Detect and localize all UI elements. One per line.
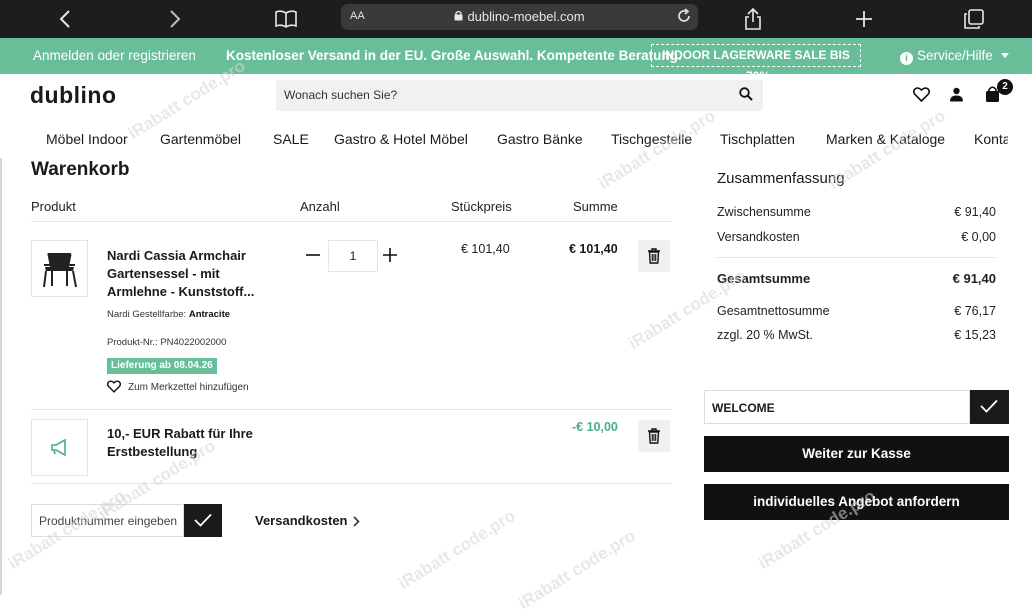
page-edge [0, 158, 2, 595]
quantity-input[interactable]: 1 [328, 240, 378, 272]
service-menu[interactable]: i Service/Hilfe [900, 48, 1009, 65]
decrease-qty-button[interactable] [305, 247, 321, 268]
lock-icon [454, 9, 463, 24]
search-placeholder: Wonach suchen Sie? [284, 88, 398, 102]
attribute-value: Antracite [188, 309, 231, 320]
total-row: Gesamtsumme € 91,40 [717, 271, 996, 286]
checkmark-icon [980, 399, 998, 413]
watermark: iRabatt code.pro [394, 505, 519, 594]
divider [31, 483, 671, 484]
nav-item-gastro-hotel[interactable]: Gastro & Hotel Möbel [334, 131, 468, 147]
total-value: € 91,40 [952, 271, 996, 286]
shipping-label: Versandkosten [717, 230, 800, 244]
cart-count-badge: 2 [997, 79, 1013, 95]
chevron-down-icon [1000, 53, 1009, 58]
divider [31, 409, 671, 410]
share-icon[interactable] [740, 6, 766, 32]
nav-item-sale[interactable]: SALE [273, 131, 309, 147]
search-input[interactable]: Wonach suchen Sie? [276, 80, 763, 111]
search-icon[interactable] [739, 87, 753, 106]
vat-label: zzgl. 20 % MwSt. [717, 328, 813, 342]
increase-qty-button[interactable] [382, 247, 398, 268]
add-to-wishlist-link[interactable]: Zum Merkzettel hinzufügen [106, 380, 249, 396]
logo[interactable]: dublino [30, 82, 117, 109]
column-header-sum: Summe [573, 199, 618, 214]
delivery-badge: Lieferung ab 08.04.26 [107, 358, 217, 374]
watermark: iRabatt code.pro [514, 525, 639, 614]
unit-price: € 101,40 [461, 242, 510, 256]
chair-image [43, 253, 77, 288]
heart-icon [106, 380, 122, 393]
product-thumbnail[interactable] [31, 240, 88, 297]
discount-amount: -€ 10,00 [572, 420, 618, 434]
nav-item-gastro-baenke[interactable]: Gastro Bänke [497, 131, 583, 147]
nav-item-tischplatten[interactable]: Tischplatten [720, 131, 795, 147]
remove-item-button[interactable] [638, 240, 670, 272]
subtotal-row: Zwischensumme € 91,40 [717, 205, 996, 219]
column-header-product: Produkt [31, 199, 76, 214]
line-total: € 101,40 [569, 242, 618, 256]
product-number-submit-button[interactable] [184, 504, 222, 537]
shipping-row: Versandkosten € 0,00 [717, 230, 996, 244]
checkout-button[interactable]: Weiter zur Kasse [704, 436, 1009, 472]
subtotal-label: Zwischensumme [717, 205, 811, 219]
net-total-value: € 76,17 [954, 304, 996, 318]
login-link[interactable]: Anmelden oder registrieren [33, 48, 196, 63]
wishlist-label: Zum Merkzettel hinzufügen [128, 382, 249, 393]
net-total-row: Gesamtnettosumme € 76,17 [717, 304, 996, 318]
promo-bar: Anmelden oder registrieren Kostenloser V… [0, 38, 1032, 83]
service-label: Service/Hilfe [917, 48, 993, 63]
forward-icon[interactable] [162, 6, 188, 32]
tabs-overview-icon[interactable] [961, 6, 987, 32]
browser-toolbar: AA dublino-moebel.com [0, 0, 1032, 38]
back-icon[interactable] [52, 6, 78, 32]
chevron-right-icon [352, 516, 360, 527]
bookmarks-icon[interactable] [273, 6, 299, 32]
nav-item-gartenmoebel[interactable]: Gartenmöbel [160, 131, 241, 147]
divider [31, 221, 671, 222]
promo-message: Kostenloser Versand in der EU. Große Aus… [226, 48, 682, 63]
voucher-submit-button[interactable] [970, 390, 1009, 424]
account-icon[interactable] [949, 87, 964, 107]
trash-icon [648, 428, 660, 444]
address-bar[interactable]: AA dublino-moebel.com [341, 4, 698, 30]
nav-item-moebel-indoor[interactable]: Möbel Indoor [46, 131, 128, 147]
attribute-label: Nardi Gestellfarbe: [107, 309, 187, 320]
product-name-link[interactable]: Nardi Cassia Armchair Gartensessel - mit… [107, 247, 267, 301]
shipping-link-label: Versandkosten [255, 513, 348, 528]
column-header-qty: Anzahl [300, 199, 340, 214]
net-total-label: Gesamtnettosumme [717, 304, 830, 318]
nav-item-kontakt[interactable]: Kontakt [974, 131, 1008, 147]
new-tab-icon[interactable] [851, 6, 877, 32]
checkmark-icon [194, 513, 212, 527]
reload-icon[interactable] [676, 8, 692, 27]
url-text: dublino-moebel.com [467, 9, 585, 24]
shipping-value: € 0,00 [961, 230, 996, 244]
discount-thumbnail [31, 419, 88, 476]
info-icon: i [900, 52, 913, 65]
product-attribute: Nardi Gestellfarbe: Antracite [107, 309, 230, 320]
voucher-input[interactable]: WELCOME [704, 390, 970, 424]
vat-value: € 15,23 [954, 328, 996, 342]
column-header-unit-price: Stückpreis [451, 199, 512, 214]
megaphone-icon [51, 438, 66, 457]
sale-banner-link[interactable]: INDOOR LAGERWARE SALE BIS -70% [651, 44, 861, 83]
remove-discount-button[interactable] [638, 420, 670, 452]
page-title: Warenkorb [31, 159, 130, 180]
product-number: Produkt-Nr.: PN4022002000 [107, 337, 227, 348]
shipping-costs-link[interactable]: Versandkosten [255, 513, 360, 528]
subtotal-value: € 91,40 [954, 205, 996, 219]
summary-divider [717, 257, 996, 258]
wishlist-heart-icon[interactable] [912, 87, 931, 107]
vat-row: zzgl. 20 % MwSt. € 15,23 [717, 328, 996, 342]
trash-icon [648, 248, 660, 264]
